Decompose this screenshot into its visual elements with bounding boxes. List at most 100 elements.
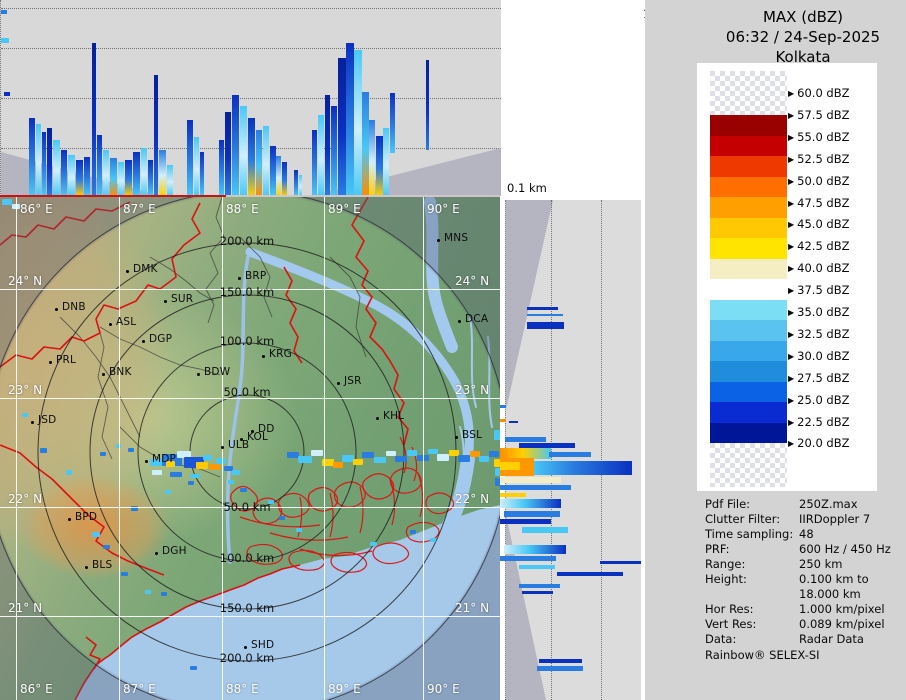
precip-echo: [410, 530, 416, 534]
meta-label: Time sampling:: [705, 527, 794, 541]
range-ring-label: 150.0 km: [219, 601, 275, 615]
echo-column: [362, 92, 369, 196]
profile-echo-bar: [500, 499, 561, 508]
legend-value-label: ▶ 42.5 dBZ: [788, 239, 850, 254]
meta-label: Height:: [705, 572, 747, 586]
legend-tick-arrow: ▶: [788, 286, 795, 296]
profile-echo-bar: [504, 511, 560, 517]
profile-echo-bar: [527, 322, 564, 329]
echo-column: [276, 156, 281, 196]
echo-mark: [1, 38, 9, 43]
longitude-label: 86° E: [20, 682, 53, 696]
city-dot: [455, 436, 458, 439]
legend-tick-arrow: ▶: [788, 264, 795, 274]
longitude-label: 89° E: [328, 682, 361, 696]
legend-checker-top: [710, 71, 787, 115]
echo-column: [282, 162, 287, 196]
legend-tick-arrow: ▶: [788, 154, 795, 164]
echo-column: [338, 58, 346, 196]
echo-column: [167, 165, 173, 196]
profile-echo-bar: [500, 419, 506, 422]
longitude-gridline: [16, 197, 17, 700]
legend-tick-arrow: ▶: [788, 242, 795, 252]
legend-band: [710, 422, 787, 443]
range-ring-label: 200.0 km: [219, 234, 275, 248]
precip-echo: [479, 456, 489, 462]
echo-column: [92, 43, 96, 196]
city-dot: [102, 373, 105, 376]
precip-echo: [128, 448, 134, 452]
precip-echo: [374, 457, 386, 463]
precip-echo: [66, 470, 72, 475]
legend-tick-arrow: ▶: [788, 329, 795, 339]
longitude-label: 86° E: [20, 202, 53, 216]
echo-column: [318, 115, 324, 196]
legend-band: [710, 299, 787, 320]
city-dot: [262, 355, 265, 358]
profile-echo-bar: [505, 437, 546, 442]
precip-echo: [279, 516, 285, 520]
legend-value-label: ▶ 47.5 dBZ: [788, 195, 850, 210]
longitude-label: 88° E: [226, 682, 259, 696]
echo-column: [110, 158, 117, 196]
echo-column: [200, 152, 204, 196]
echo-column: [225, 112, 231, 196]
echo-column: [68, 155, 75, 196]
echo-column: [154, 75, 158, 196]
precip-echo: [190, 474, 200, 478]
meta-value: 1.000 km/pixel: [799, 602, 885, 616]
city-dot: [49, 361, 52, 364]
legend-tick-arrow: ▶: [788, 198, 795, 208]
longitude-label: 89° E: [328, 202, 361, 216]
profile-echo-bar: [509, 421, 518, 423]
echo-column: [383, 128, 389, 196]
range-ring-label: 50.0 km: [223, 500, 271, 514]
meta-value: 48: [799, 527, 814, 541]
echo-column: [97, 135, 102, 196]
echo-column: [256, 130, 262, 196]
meta-label: Vert Res:: [705, 617, 757, 631]
echo-column: [42, 132, 46, 196]
city-label: BNK: [109, 366, 132, 378]
latitude-label: 23° N: [8, 383, 43, 397]
echo-column: [84, 157, 90, 196]
longitude-label: 87° E: [123, 682, 156, 696]
legend-band: [710, 340, 787, 361]
precip-echo: [232, 470, 240, 475]
legend-band: [710, 279, 787, 300]
city-label: PRL: [56, 354, 77, 366]
echo-column: [133, 152, 140, 196]
height-axis-min-label: 0.1 km: [507, 181, 547, 195]
city-label: BDW: [204, 366, 231, 378]
city-dot: [31, 421, 34, 424]
legend-value-label: ▶ 50.0 dBZ: [788, 173, 850, 188]
precip-echo: [203, 455, 212, 460]
profile-echo-bar: [557, 572, 623, 576]
echo-column: [76, 160, 83, 196]
city-label: DMK: [133, 263, 158, 275]
latitude-label: 21° N: [8, 601, 43, 615]
precip-echo: [216, 458, 226, 464]
meta-label: Pdf File:: [705, 497, 751, 511]
radar-display: 86° E 86° E 87° E 87° E 88° E 88° E 89° E 89° E…: [0, 0, 906, 700]
profile-echo-bar: [549, 452, 591, 457]
legend-tick-arrow: ▶: [788, 373, 795, 383]
legend-tick-arrow: ▶: [788, 132, 795, 142]
city-dot: [126, 270, 129, 273]
precip-echo: [298, 456, 312, 463]
profile-echo-bar: [500, 477, 561, 483]
echo-column: [187, 120, 193, 196]
legend-band: [710, 197, 787, 218]
legend-tick-arrow: ▶: [788, 308, 795, 317]
echo-column: [299, 175, 302, 196]
city-label: SUR: [171, 293, 194, 305]
product-title: MAX (dBZ): [762, 8, 844, 26]
echo-mark: [1, 10, 7, 14]
precip-echo: [333, 462, 343, 468]
longitude-gridline: [324, 197, 325, 700]
precip-echo: [103, 545, 110, 549]
height-gridline: [1, 8, 501, 9]
city-dot: [85, 566, 88, 569]
range-ring-label: 200.0 km: [219, 651, 275, 665]
meta-label: Clutter Filter:: [705, 512, 781, 526]
